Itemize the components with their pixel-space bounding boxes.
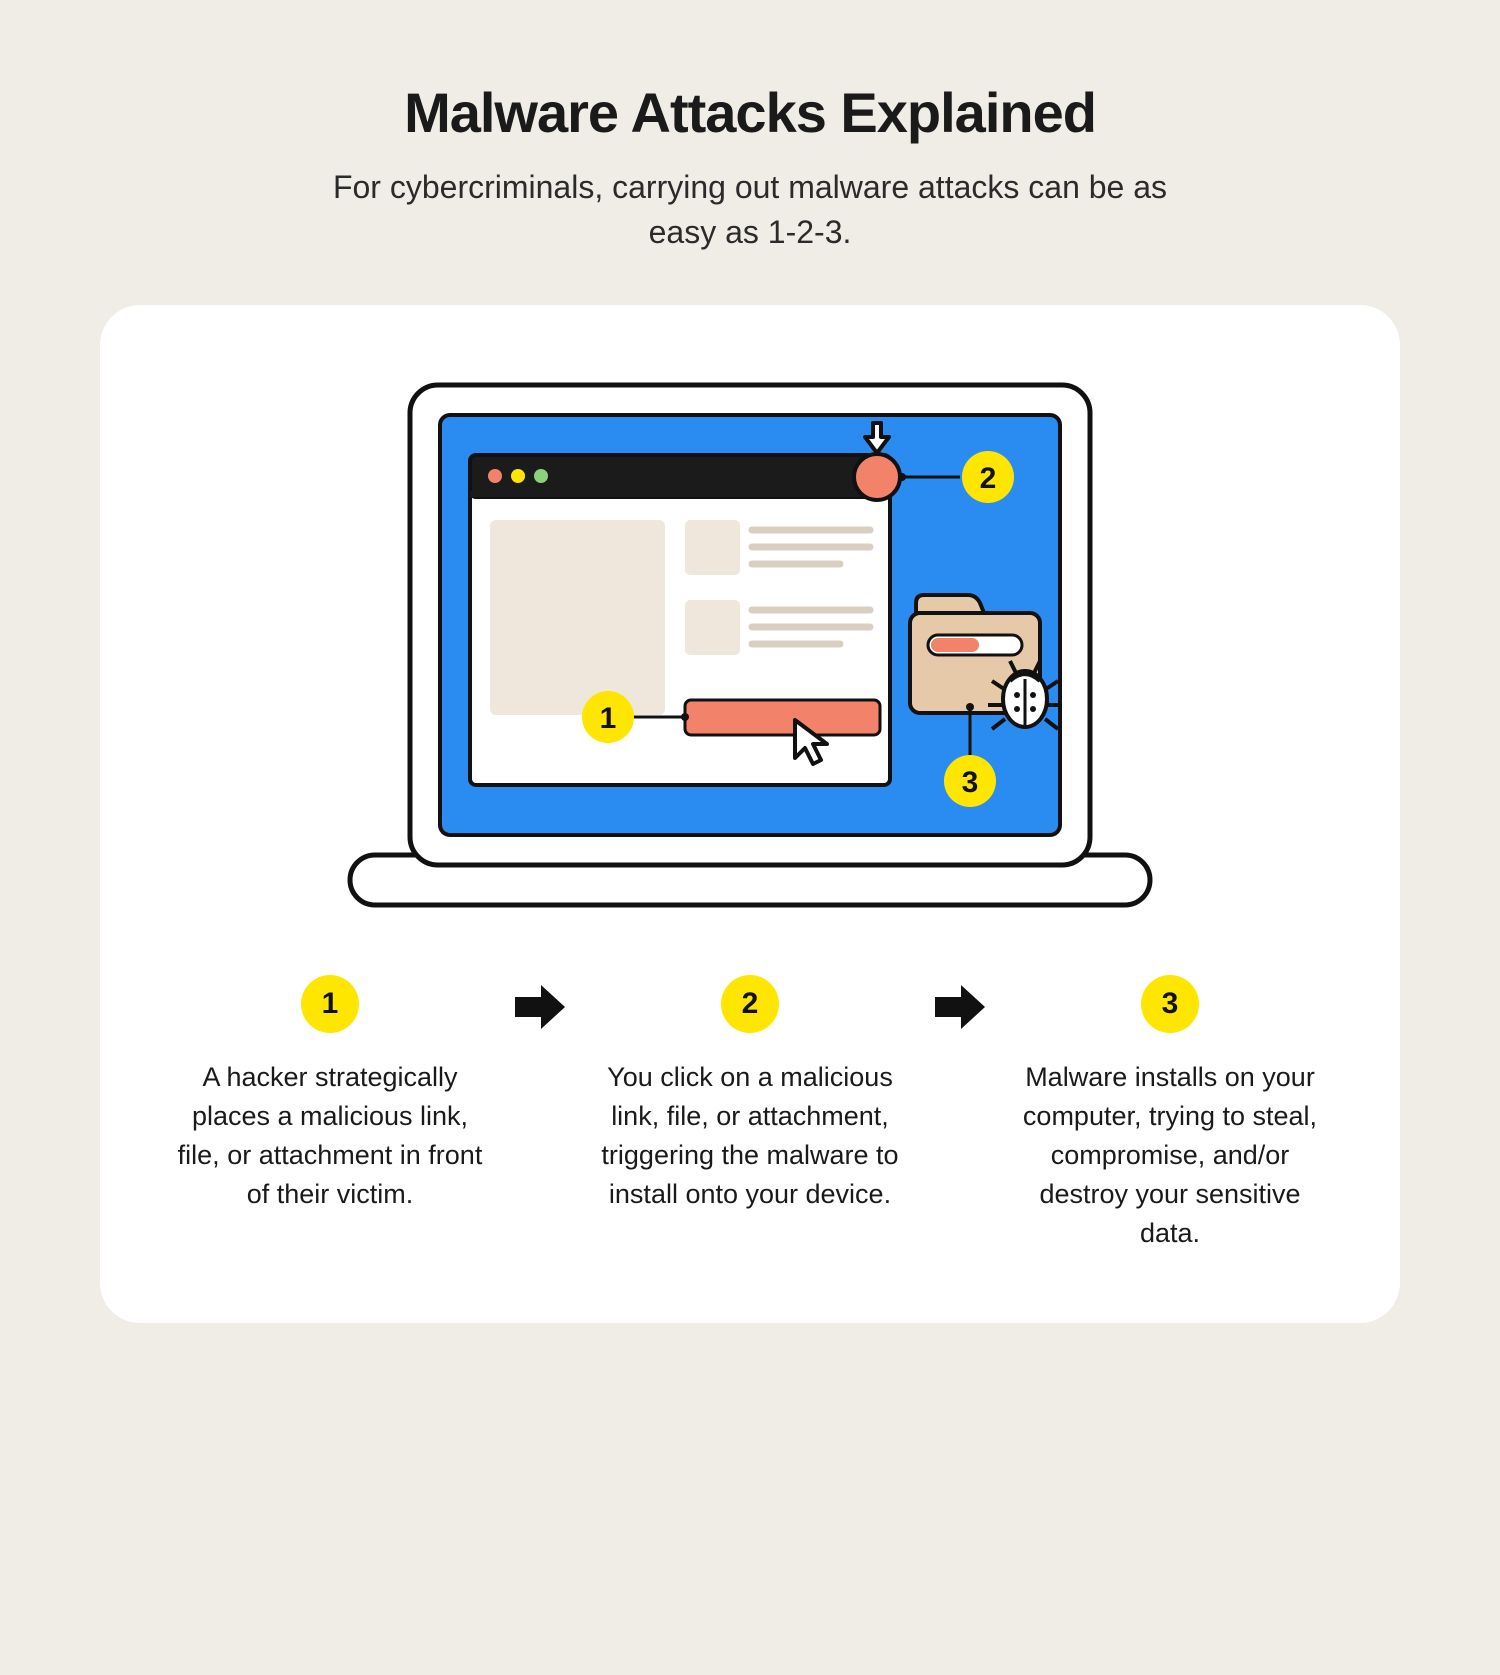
illustration-badge-3: 3 [962, 766, 979, 799]
page-subtitle: For cybercriminals, carrying out malware… [300, 165, 1200, 255]
page-title: Malware Attacks Explained [100, 80, 1400, 145]
arrow-right-icon [513, 983, 567, 1031]
step-badge-1: 1 [301, 975, 359, 1033]
browser-window-icon [470, 455, 890, 785]
step-text-1: A hacker strategically places a maliciou… [170, 1058, 490, 1215]
download-target-icon [854, 454, 900, 500]
step-3: 3 Malware installs on your computer, try… [1000, 975, 1340, 1254]
laptop-svg: 1 2 3 [310, 365, 1190, 925]
arrow-2 [930, 975, 990, 1031]
laptop-illustration: 1 2 3 [160, 365, 1340, 925]
arrow-right-icon [933, 983, 987, 1031]
illustration-badge-2: 2 [980, 462, 997, 495]
step-badge-2: 2 [721, 975, 779, 1033]
steps-row: 1 A hacker strategically places a malici… [160, 975, 1340, 1254]
content-card: 1 2 3 1 A hacker strategically places a … [100, 305, 1400, 1324]
header: Malware Attacks Explained For cybercrimi… [100, 80, 1400, 255]
step-text-2: You click on a malicious link, file, or … [590, 1058, 910, 1215]
arrow-1 [510, 975, 570, 1031]
illustration-badge-1: 1 [600, 702, 617, 735]
malicious-link-icon [685, 700, 880, 735]
step-text-3: Malware installs on your computer, tryin… [1010, 1058, 1330, 1254]
step-2: 2 You click on a malicious link, file, o… [580, 975, 920, 1215]
step-badge-3: 3 [1141, 975, 1199, 1033]
step-1: 1 A hacker strategically places a malici… [160, 975, 500, 1215]
